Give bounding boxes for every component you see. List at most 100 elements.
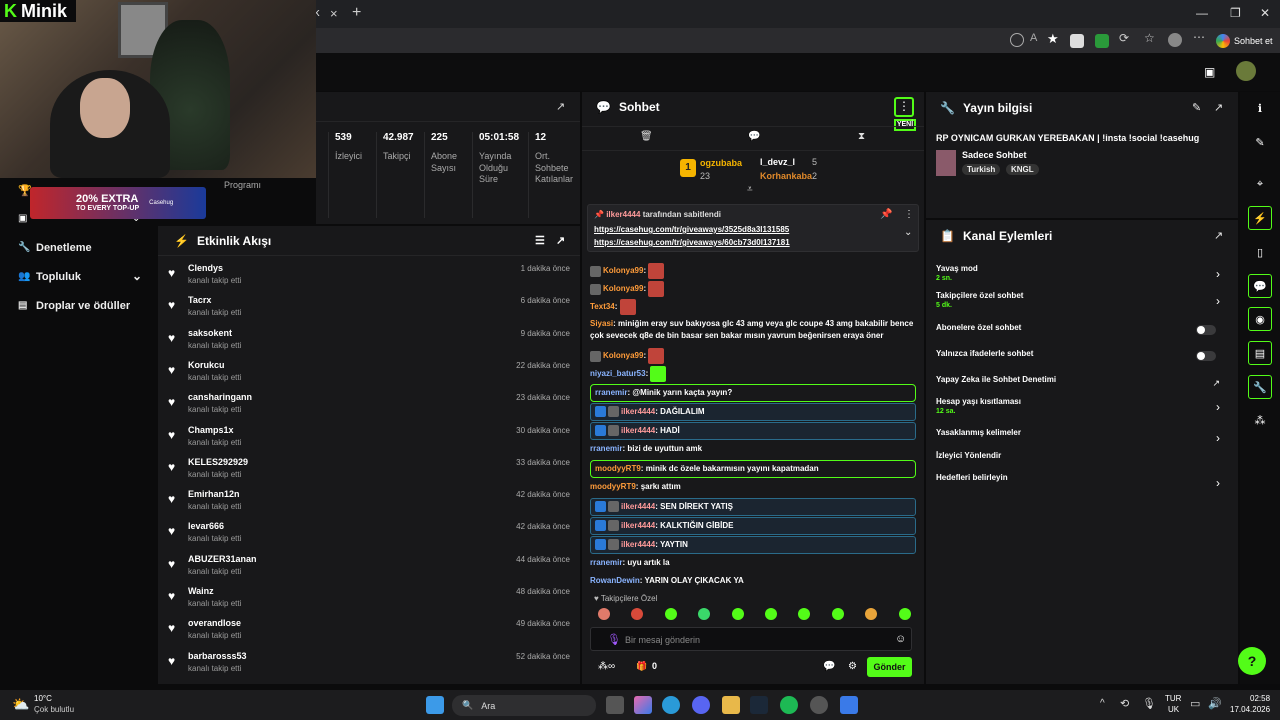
chat-username[interactable]: RowanDewin	[590, 576, 640, 585]
more-menu-icon[interactable]: ⋯	[1193, 30, 1205, 44]
action-banned-words[interactable]: Yasaklanmış kelimeler ›	[936, 428, 1226, 445]
app-icon[interactable]	[840, 696, 858, 714]
microphone-icon[interactable]: 🎙	[607, 633, 621, 646]
feed-username[interactable]: cansharingann	[188, 392, 252, 402]
gift-icon[interactable]: 🎁	[636, 661, 647, 672]
chat-input-box[interactable]: 🎙 ☺	[590, 627, 912, 651]
close-window-icon[interactable]: ✕	[1260, 6, 1270, 20]
emotes-only-toggle[interactable]	[1196, 351, 1216, 361]
wrench-icon[interactable]: 🔧	[1248, 375, 1272, 399]
pinned-link-2[interactable]: https://casehug.com/tr/giveaways/60cb73d…	[594, 238, 790, 247]
trash-icon[interactable]: 🗑	[640, 131, 653, 142]
emote-shortcut[interactable]	[898, 608, 911, 620]
pinned-more-icon[interactable]: ⋮	[904, 209, 914, 220]
action-host[interactable]: İzleyici Yönlendir	[936, 451, 1226, 460]
action-subscribers-only[interactable]: Abonelere özel sohbet	[936, 323, 1226, 335]
action-followers-only[interactable]: Takipçilere özel sohbet 5 dk. ›	[936, 291, 1226, 309]
edge-browser-icon[interactable]	[662, 696, 680, 714]
maximize-icon[interactable]: ❐	[1230, 6, 1241, 20]
category-thumbnail[interactable]	[936, 150, 956, 176]
emote-shortcut[interactable]	[698, 608, 711, 620]
points-icon[interactable]: ⁂∞	[598, 661, 615, 672]
promo-banner[interactable]: 20% EXTRA TO EVERY TOP-UP Casehug	[30, 187, 206, 219]
popout-icon[interactable]: ↗	[1214, 229, 1223, 242]
file-explorer-icon[interactable]	[722, 696, 740, 714]
chat-username[interactable]: Siyasi	[590, 319, 613, 328]
pinned-expand-icon[interactable]: ⌄	[904, 227, 912, 238]
send-button[interactable]: Gönder	[867, 657, 912, 677]
collections-icon[interactable]: ☆	[1144, 31, 1155, 45]
weather-cloud-icon[interactable]: ⛅	[12, 696, 29, 713]
stream-view-icon[interactable]: ▣	[1204, 65, 1215, 79]
tray-app-icon[interactable]: ⟲	[1120, 697, 1129, 710]
minimize-icon[interactable]: —	[1196, 6, 1208, 20]
tag-turkish[interactable]: Turkish	[962, 164, 1001, 175]
language-code[interactable]: TUR	[1165, 694, 1181, 703]
edit-pencil-icon[interactable]: ✎	[1248, 130, 1272, 154]
chat-username[interactable]: Kolonya99	[603, 266, 643, 275]
unpin-icon[interactable]: 📌	[880, 209, 892, 220]
keyboard-layout[interactable]: UK	[1168, 705, 1179, 714]
chat-username[interactable]: ilker4444	[621, 426, 655, 435]
feed-username[interactable]: barbarosss53	[188, 651, 247, 661]
feed-username[interactable]: overandlose	[188, 618, 241, 628]
edit-pencil-icon[interactable]: ✎	[1192, 101, 1201, 114]
pinned-link-1[interactable]: https://casehug.com/tr/giveaways/3525d8a…	[594, 225, 789, 234]
chat-username[interactable]: niyazi_batur53	[590, 369, 646, 378]
extension-icon[interactable]	[1070, 34, 1084, 48]
pinned-user[interactable]: ilker4444	[606, 210, 640, 219]
feed-username[interactable]: Korukcu	[188, 360, 225, 370]
taskbar-search[interactable]: 🔍 Ara	[452, 695, 596, 716]
volume-icon[interactable]: 🔊	[1208, 697, 1222, 710]
tab-close-icon[interactable]: ×	[330, 6, 338, 21]
help-chat-button[interactable]: ?	[1238, 647, 1266, 675]
refresh-extension-icon[interactable]: ⟳	[1119, 31, 1129, 45]
extension-green-icon[interactable]	[1095, 34, 1109, 48]
emote-shortcut[interactable]	[798, 608, 811, 620]
sidebar-item-denetleme[interactable]: 🔧 Denetleme	[18, 242, 92, 254]
chat-username[interactable]: moodyyRT9	[595, 464, 641, 473]
sidebar-item-droplar[interactable]: ▤ Droplar ve ödüller	[18, 300, 130, 312]
steam-icon[interactable]	[750, 696, 768, 714]
action-slow-mode[interactable]: Yavaş mod 2 sn. ›	[936, 264, 1226, 282]
user-avatar[interactable]	[1236, 61, 1256, 81]
favorite-star-icon[interactable]: ★	[1047, 31, 1059, 47]
chat-username[interactable]: Kolonya99	[603, 351, 643, 360]
feed-username[interactable]: Emirhan12n	[188, 489, 240, 499]
feed-username[interactable]: Tacrx	[188, 295, 211, 305]
chat-username[interactable]: ilker4444	[621, 540, 655, 549]
chat-username[interactable]: moodyyRT9	[590, 482, 636, 491]
chat-username[interactable]: Text34	[590, 302, 615, 311]
chat-username[interactable]: rranemir	[595, 388, 627, 397]
feed-username[interactable]: Clendys	[188, 263, 223, 273]
task-view-icon[interactable]	[606, 696, 624, 714]
discord-icon[interactable]	[692, 696, 710, 714]
subscribers-only-toggle[interactable]	[1196, 325, 1216, 335]
sidebar-item-topluluk[interactable]: 👥 Topluluk ⌄	[18, 269, 142, 283]
clock-date[interactable]: 17.04.2026	[1230, 705, 1270, 714]
tray-chevron-up-icon[interactable]: ^	[1100, 698, 1105, 709]
emoji-picker-icon[interactable]: ☺	[895, 633, 906, 645]
popout-icon[interactable]: ↗	[556, 100, 565, 113]
read-aloud-icon[interactable]: A	[1030, 32, 1037, 44]
emote-shortcut[interactable]	[664, 608, 677, 620]
chat-username[interactable]: Kolonya99	[603, 284, 643, 293]
clock-time[interactable]: 02:58	[1250, 694, 1270, 703]
emote-shortcut[interactable]	[598, 608, 610, 620]
broadcast-icon[interactable]: ◉	[1248, 307, 1272, 331]
emote-shortcut[interactable]	[831, 608, 844, 620]
clipboard-icon[interactable]: ▤	[1248, 341, 1272, 365]
action-emotes-only[interactable]: Yalnızca ifadelerle sohbet	[936, 349, 1226, 361]
action-goals[interactable]: Hedefleri belirleyin ›	[936, 473, 1226, 490]
new-tab-icon[interactable]: +	[352, 4, 361, 22]
chat-username[interactable]: ilker4444	[621, 502, 655, 511]
filter-icon[interactable]: ☰	[535, 234, 545, 247]
action-account-age[interactable]: Hesap yaşı kısıtlaması 12 sa. ›	[936, 397, 1226, 415]
popout-icon[interactable]: ↗	[556, 234, 565, 247]
emote-shortcut[interactable]	[865, 608, 878, 620]
gear-icon[interactable]: ⚙	[848, 661, 857, 672]
chat-username[interactable]: rranemir	[590, 444, 622, 453]
chat-username[interactable]: ilker4444	[621, 407, 655, 416]
windows-start-icon[interactable]	[426, 696, 444, 714]
action-ai-moderation[interactable]: Yapay Zeka ile Sohbet Denetimi ↗	[936, 375, 1226, 388]
